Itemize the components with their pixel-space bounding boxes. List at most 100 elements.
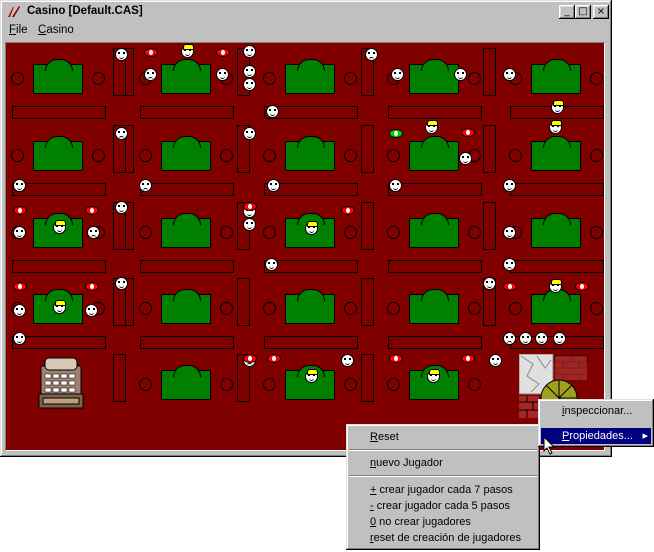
table-seat <box>468 378 481 391</box>
dealer-face-icon[interactable] <box>181 44 194 58</box>
table-seat <box>92 149 105 162</box>
blackjack-table[interactable] <box>161 365 211 400</box>
dealer-face-icon[interactable] <box>549 279 562 293</box>
menu-file[interactable]: File <box>9 24 28 36</box>
smiley-face-icon[interactable] <box>115 277 128 290</box>
smiley-face-icon[interactable] <box>365 48 378 61</box>
menu-item-no-crear[interactable]: 0 no crear jugadores <box>349 514 538 530</box>
blackjack-table[interactable] <box>531 289 581 324</box>
smiley-face-icon[interactable] <box>503 226 516 239</box>
menu-item-reset-creacion[interactable]: reset de creación de jugadores <box>349 530 538 546</box>
chip-token-icon <box>267 354 281 363</box>
smiley-face-icon[interactable] <box>503 258 516 271</box>
dealer-face-icon[interactable] <box>53 220 66 234</box>
table-seat <box>468 226 481 239</box>
smiley-face-icon[interactable] <box>13 226 26 239</box>
menu-item-propiedades[interactable]: Propiedades... ▸ <box>541 428 651 444</box>
title-bar[interactable]: Casino [Default.CAS] _ □ × <box>3 3 609 21</box>
table-seat <box>509 302 522 315</box>
blackjack-table[interactable] <box>161 59 211 94</box>
dealer-face-icon[interactable] <box>549 120 562 134</box>
table-seat <box>263 72 276 85</box>
chip-token-icon <box>389 354 403 363</box>
smiley-face-icon[interactable] <box>503 68 516 81</box>
blackjack-table[interactable] <box>531 59 581 94</box>
maximize-button[interactable]: □ <box>575 5 591 19</box>
pillar <box>361 278 374 326</box>
smiley-face-icon[interactable] <box>115 127 128 140</box>
smiley-face-icon[interactable] <box>489 354 502 367</box>
table-seat <box>220 149 233 162</box>
smiley-face-icon[interactable] <box>13 304 26 317</box>
smiley-face-icon[interactable] <box>459 152 472 165</box>
smiley-face-icon[interactable] <box>391 68 404 81</box>
chip-token-icon <box>575 282 589 291</box>
blackjack-table[interactable] <box>285 136 335 171</box>
smiley-face-icon[interactable] <box>454 68 467 81</box>
smiley-face-icon[interactable] <box>13 332 26 345</box>
smiley-face-icon[interactable] <box>266 105 279 118</box>
smiley-face-icon[interactable] <box>85 304 98 317</box>
smiley-face-icon[interactable] <box>13 179 26 192</box>
smiley-face-icon[interactable] <box>243 45 256 58</box>
smiley-face-icon[interactable] <box>144 68 157 81</box>
menu-item-reset[interactable]: Reset <box>349 429 538 445</box>
menu-item-nuevo-jugador[interactable]: nuevo Jugador <box>349 455 538 471</box>
blackjack-table[interactable] <box>409 59 459 94</box>
smiley-face-icon[interactable] <box>265 258 278 271</box>
smiley-face-icon[interactable] <box>115 48 128 61</box>
casino-floor-canvas[interactable] <box>5 42 605 451</box>
menu-casino[interactable]: Casino <box>38 24 74 36</box>
blackjack-table[interactable] <box>161 289 211 324</box>
smiley-face-icon[interactable] <box>139 179 152 192</box>
blackjack-table[interactable] <box>409 136 459 171</box>
blackjack-table[interactable] <box>33 59 83 94</box>
dealer-face-icon[interactable] <box>53 300 66 314</box>
table-seat <box>344 226 357 239</box>
chip-token-icon <box>85 206 99 215</box>
smiley-face-icon[interactable] <box>503 179 516 192</box>
smiley-face-icon[interactable] <box>389 179 402 192</box>
propiedades-label: Propiedades... <box>562 430 633 442</box>
smiley-face-icon[interactable] <box>553 332 566 345</box>
minimize-button[interactable]: _ <box>559 5 575 19</box>
blackjack-table[interactable] <box>161 136 211 171</box>
table-seat <box>387 302 400 315</box>
dealer-face-icon[interactable] <box>305 221 318 235</box>
blackjack-table[interactable] <box>409 213 459 248</box>
smiley-face-icon[interactable] <box>115 201 128 214</box>
table-seat <box>263 149 276 162</box>
chip-token-icon <box>389 129 403 138</box>
dealer-face-icon[interactable] <box>425 120 438 134</box>
smiley-face-icon[interactable] <box>243 78 256 91</box>
pillar <box>361 125 374 173</box>
blackjack-table[interactable] <box>409 289 459 324</box>
smiley-face-icon[interactable] <box>483 277 496 290</box>
dealer-face-icon[interactable] <box>427 369 440 383</box>
smiley-face-icon[interactable] <box>243 218 256 231</box>
smiley-face-icon[interactable] <box>216 68 229 81</box>
smiley-face-icon[interactable] <box>341 354 354 367</box>
blackjack-table[interactable] <box>285 59 335 94</box>
blackjack-table[interactable] <box>531 213 581 248</box>
blackjack-table[interactable] <box>33 136 83 171</box>
close-button[interactable]: × <box>593 5 609 19</box>
smiley-face-icon[interactable] <box>243 65 256 78</box>
menu-item-crear-cada-5[interactable]: - crear jugador cada 5 pasos <box>349 498 538 514</box>
smiley-face-icon[interactable] <box>87 226 100 239</box>
chip-token-icon <box>13 282 27 291</box>
dealer-face-icon[interactable] <box>551 100 564 114</box>
blackjack-table[interactable] <box>285 289 335 324</box>
smiley-face-icon[interactable] <box>519 332 532 345</box>
smiley-face-icon[interactable] <box>503 332 516 345</box>
smiley-face-icon[interactable] <box>243 127 256 140</box>
blackjack-table[interactable] <box>531 136 581 171</box>
table-seat <box>344 72 357 85</box>
smiley-face-icon[interactable] <box>535 332 548 345</box>
cash-register-icon[interactable] <box>35 354 87 414</box>
menu-item-crear-cada-7[interactable]: + crear jugador cada 7 pasos <box>349 482 538 498</box>
menu-item-inspeccionar[interactable]: inspeccionar... <box>541 403 648 419</box>
smiley-face-icon[interactable] <box>267 179 280 192</box>
dealer-face-icon[interactable] <box>305 369 318 383</box>
blackjack-table[interactable] <box>161 213 211 248</box>
